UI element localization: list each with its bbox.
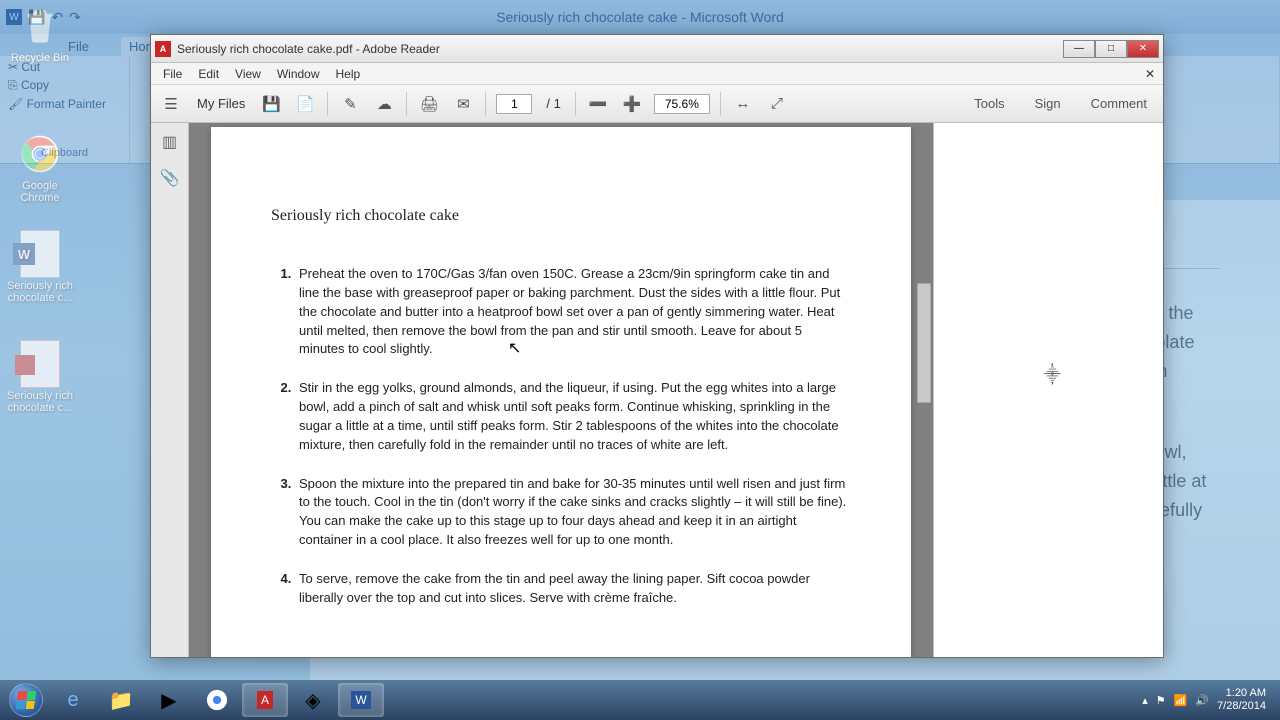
save-icon[interactable]: 💾 [259,92,283,116]
scrollbar-thumb[interactable] [917,283,931,403]
tray-network-icon[interactable]: 📶 [1174,694,1188,707]
taskbar-explorer[interactable]: 📁 [98,683,144,717]
hamburger-icon[interactable]: ☰ [159,92,183,116]
copy-button[interactable]: ⎘ Copy [8,78,49,93]
close-button[interactable]: ✕ [1127,40,1159,58]
taskbar: e 📁 ▶ A ◈ W ▴ ⚑ 📶 🔊 1:20 AM 7/28/2014 [0,680,1280,720]
tab-close-button[interactable]: ✕ [1141,67,1159,81]
taskbar-chrome[interactable] [194,683,240,717]
maximize-button[interactable]: □ [1095,40,1127,58]
zoom-in-icon[interactable]: ➕ [620,92,644,116]
pdf-list-item: Stir in the egg yolks, ground almonds, a… [295,379,851,454]
cut-button[interactable]: ✂ Cut [8,60,40,74]
email-icon[interactable]: ✉ [451,92,475,116]
print-icon[interactable]: 🖨 [417,92,441,116]
edit-icon[interactable]: ✎ [338,92,362,116]
system-tray: ▴ ⚑ 📶 🔊 1:20 AM 7/28/2014 [1142,687,1274,712]
ribbon-group-label: Clipboard [8,147,121,159]
tray-show-hidden-icon[interactable]: ▴ [1142,694,1148,707]
sign-panel-button[interactable]: Sign [1027,92,1069,115]
comment-panel-button[interactable]: Comment [1083,92,1155,115]
tray-flag-icon[interactable]: ⚑ [1156,694,1166,707]
fit-page-icon[interactable]: ⤢ [765,92,789,116]
windows-logo-icon [16,691,37,709]
page-number-input[interactable] [496,94,532,114]
adobe-reader-window: A Seriously rich chocolate cake.pdf - Ad… [150,34,1164,658]
redo-icon[interactable]: ↷ [69,9,81,26]
reader-sidebar: ▥ 📎 [151,123,189,657]
tray-date: 7/28/2014 [1217,700,1266,713]
my-files-button[interactable]: My Files [193,96,249,111]
menu-file[interactable]: File [157,65,188,83]
menu-help[interactable]: Help [330,65,367,83]
reader-menubar: File Edit View Window Help ✕ [151,63,1163,85]
reader-body: ▥ 📎 Seriously rich chocolate cake Prehea… [151,123,1163,657]
word-title-text: Seriously rich chocolate cake - Microsof… [496,9,784,25]
tray-time: 1:20 AM [1217,687,1266,700]
attachments-icon[interactable]: 📎 [159,167,181,189]
tab-file[interactable]: File [60,37,97,56]
pdf-list-item: Spoon the mixture into the prepared tin … [295,475,851,550]
fit-width-icon[interactable]: ↔ [731,92,755,116]
zoom-out-icon[interactable]: ➖ [586,92,610,116]
reader-titlebar[interactable]: A Seriously rich chocolate cake.pdf - Ad… [151,35,1163,63]
cloud-icon[interactable]: ☁ [372,92,396,116]
tray-clock[interactable]: 1:20 AM 7/28/2014 [1217,687,1266,712]
reader-title-text: Seriously rich chocolate cake.pdf - Adob… [177,42,1063,56]
format-painter-button[interactable]: 🖌 Format Painter [8,97,106,111]
pdf-page: Seriously rich chocolate cake Preheat th… [211,127,911,657]
thumbnails-icon[interactable]: ▥ [159,131,181,153]
pdf-doc-title: Seriously rich chocolate cake [271,207,851,225]
save-icon[interactable]: 💾 [28,9,45,26]
pdf-list-item: Preheat the oven to 170C/Gas 3/fan oven … [295,265,851,359]
page-total-label: / 1 [542,96,564,111]
taskbar-word[interactable]: W [338,683,384,717]
reader-toolbar: ☰ My Files 💾 📄 ✎ ☁ 🖨 ✉ / 1 ➖ ➕ ↔ ⤢ Tools… [151,85,1163,123]
tray-volume-icon[interactable]: 🔊 [1195,694,1209,707]
zoom-input[interactable] [654,94,710,114]
taskbar-app[interactable]: ◈ [290,683,336,717]
taskbar-ie[interactable]: e [50,683,96,717]
start-button[interactable] [6,680,46,720]
word-icon: W [6,9,22,25]
adobe-reader-icon: A [155,41,171,57]
pdf-list-item: To serve, remove the cake from the tin a… [295,570,851,608]
menu-edit[interactable]: Edit [192,65,225,83]
convert-icon[interactable]: 📄 [293,92,317,116]
reader-right-pane: ⸎ [933,123,1163,657]
word-titlebar[interactable]: W 💾 ↶ ↷ Seriously rich chocolate cake - … [0,0,1280,34]
taskbar-adobe-reader[interactable]: A [242,683,288,717]
reader-page-viewport[interactable]: Seriously rich chocolate cake Preheat th… [189,123,933,657]
squiggle-mark: ⸎ [1044,363,1061,385]
menu-view[interactable]: View [229,65,267,83]
undo-icon[interactable]: ↶ [51,9,63,26]
taskbar-media-player[interactable]: ▶ [146,683,192,717]
menu-window[interactable]: Window [271,65,326,83]
tools-panel-button[interactable]: Tools [966,92,1012,115]
minimize-button[interactable]: — [1063,40,1095,58]
